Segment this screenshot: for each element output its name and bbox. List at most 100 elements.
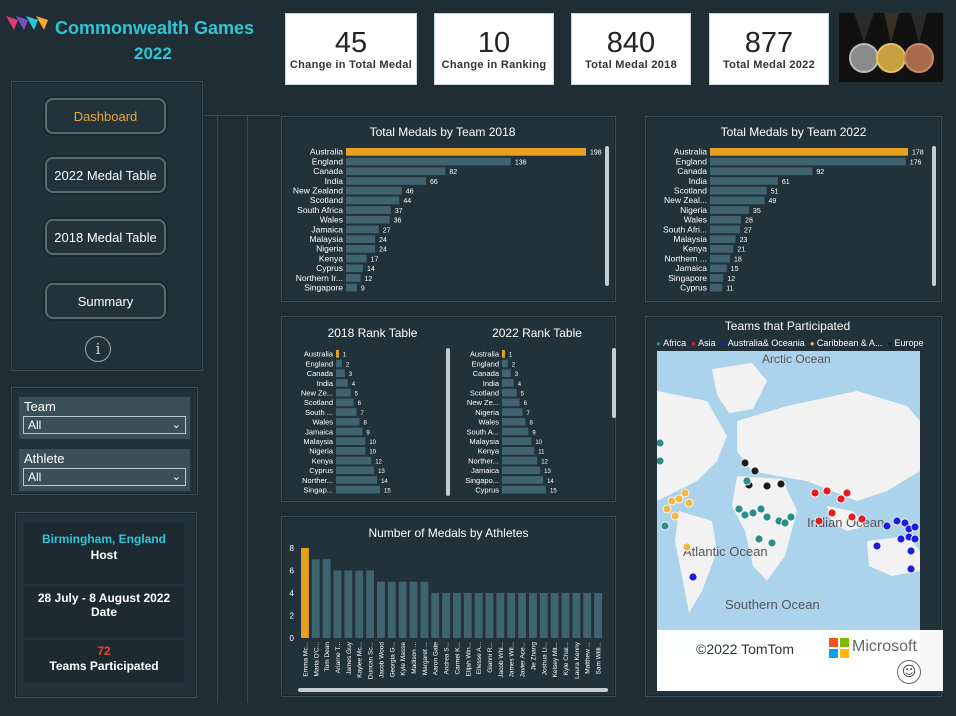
team-dropdown[interactable]: All ⌄ xyxy=(23,416,186,434)
bar[interactable] xyxy=(502,476,544,484)
bar[interactable] xyxy=(710,235,736,243)
team-location-point[interactable] xyxy=(857,514,867,524)
team-location-point[interactable] xyxy=(882,521,892,531)
bar[interactable] xyxy=(502,456,538,465)
bar[interactable] xyxy=(502,350,505,358)
bar[interactable] xyxy=(502,466,541,475)
bar[interactable] xyxy=(366,570,374,639)
team-location-point[interactable] xyxy=(896,534,906,544)
bar[interactable] xyxy=(346,254,367,263)
team-location-point[interactable] xyxy=(748,508,758,518)
bar[interactable] xyxy=(336,456,372,465)
bar[interactable] xyxy=(710,148,908,156)
team-location-point[interactable] xyxy=(842,488,852,498)
bar[interactable] xyxy=(550,593,559,638)
bar[interactable] xyxy=(336,388,351,397)
team-location-point[interactable] xyxy=(682,542,692,552)
team-location-point[interactable] xyxy=(872,541,882,551)
bar[interactable] xyxy=(502,437,532,445)
scrollbar[interactable] xyxy=(932,146,936,286)
legend-item[interactable]: ● Australia& Oceania xyxy=(721,338,805,348)
bar[interactable] xyxy=(496,593,505,638)
team-location-point[interactable] xyxy=(762,481,772,491)
team-location-point[interactable] xyxy=(660,521,670,531)
bar[interactable] xyxy=(710,167,813,176)
bar[interactable] xyxy=(710,196,765,205)
bar[interactable] xyxy=(333,570,342,639)
bar[interactable] xyxy=(336,417,360,426)
bar[interactable] xyxy=(518,593,526,638)
bar[interactable] xyxy=(346,167,446,176)
bar[interactable] xyxy=(409,581,418,638)
bar[interactable] xyxy=(502,369,511,378)
bar[interactable] xyxy=(710,283,723,292)
bar[interactable] xyxy=(561,593,570,638)
bar[interactable] xyxy=(387,581,396,638)
bar[interactable] xyxy=(502,359,508,368)
team-location-point[interactable] xyxy=(827,508,837,518)
horizontal-scrollbar[interactable] xyxy=(298,688,608,692)
bar[interactable] xyxy=(420,581,429,638)
team-location-point[interactable] xyxy=(674,494,684,504)
bar[interactable] xyxy=(336,466,375,475)
bar[interactable] xyxy=(398,581,407,638)
bar[interactable] xyxy=(710,225,741,234)
bar[interactable] xyxy=(336,476,378,484)
bar[interactable] xyxy=(710,177,778,185)
bar[interactable] xyxy=(346,264,363,273)
team-location-point[interactable] xyxy=(906,546,916,556)
team-location-point[interactable] xyxy=(814,516,824,526)
bar[interactable] xyxy=(301,548,309,638)
team-location-point[interactable] xyxy=(892,516,902,526)
bar[interactable] xyxy=(710,274,724,282)
bar[interactable] xyxy=(539,593,548,638)
team-location-point[interactable] xyxy=(906,564,916,574)
bar[interactable] xyxy=(311,559,320,638)
bar[interactable] xyxy=(474,593,483,638)
legend-item[interactable]: ● Caribbean & A... xyxy=(810,338,883,348)
team-location-point[interactable] xyxy=(767,538,777,548)
team-location-point[interactable] xyxy=(776,479,786,489)
bar[interactable] xyxy=(529,593,537,638)
team-location-point[interactable] xyxy=(688,572,698,582)
bar[interactable] xyxy=(710,264,727,273)
bar[interactable] xyxy=(453,593,461,638)
bar[interactable] xyxy=(594,593,602,638)
bar[interactable] xyxy=(336,485,380,494)
bar[interactable] xyxy=(431,593,440,638)
info-icon[interactable]: i xyxy=(85,336,111,362)
bar[interactable] xyxy=(336,369,345,378)
legend-item[interactable]: ● Asia xyxy=(691,338,716,348)
team-location-point[interactable] xyxy=(657,456,665,466)
team-location-point[interactable] xyxy=(910,534,920,544)
bar[interactable] xyxy=(502,417,526,426)
bar[interactable] xyxy=(346,186,402,195)
team-location-point[interactable] xyxy=(762,512,772,522)
team-location-point[interactable] xyxy=(734,504,744,514)
bar[interactable] xyxy=(346,196,400,205)
nav-2018-medal-table-button[interactable]: 2018 Medal Table xyxy=(45,219,166,255)
bar[interactable] xyxy=(502,427,529,436)
bar[interactable] xyxy=(322,559,331,638)
legend-item[interactable]: ● Europe xyxy=(887,338,923,348)
bar[interactable] xyxy=(336,398,354,407)
bar[interactable] xyxy=(502,408,523,416)
bar[interactable] xyxy=(336,427,363,436)
bar[interactable] xyxy=(442,593,450,638)
bar[interactable] xyxy=(344,570,353,639)
team-location-point[interactable] xyxy=(662,504,672,514)
team-location-point[interactable] xyxy=(786,512,796,522)
bar[interactable] xyxy=(502,398,520,407)
bar[interactable] xyxy=(346,177,426,185)
team-location-point[interactable] xyxy=(836,494,846,504)
legend-item[interactable]: ● Africa xyxy=(656,338,686,348)
bar[interactable] xyxy=(346,148,586,156)
team-location-point[interactable] xyxy=(910,522,920,532)
bar[interactable] xyxy=(346,225,379,234)
team-location-point[interactable] xyxy=(742,476,752,486)
bar[interactable] xyxy=(346,283,357,292)
bar[interactable] xyxy=(336,437,366,445)
team-location-point[interactable] xyxy=(754,534,764,544)
bar[interactable] xyxy=(572,593,581,638)
bar[interactable] xyxy=(710,245,734,253)
